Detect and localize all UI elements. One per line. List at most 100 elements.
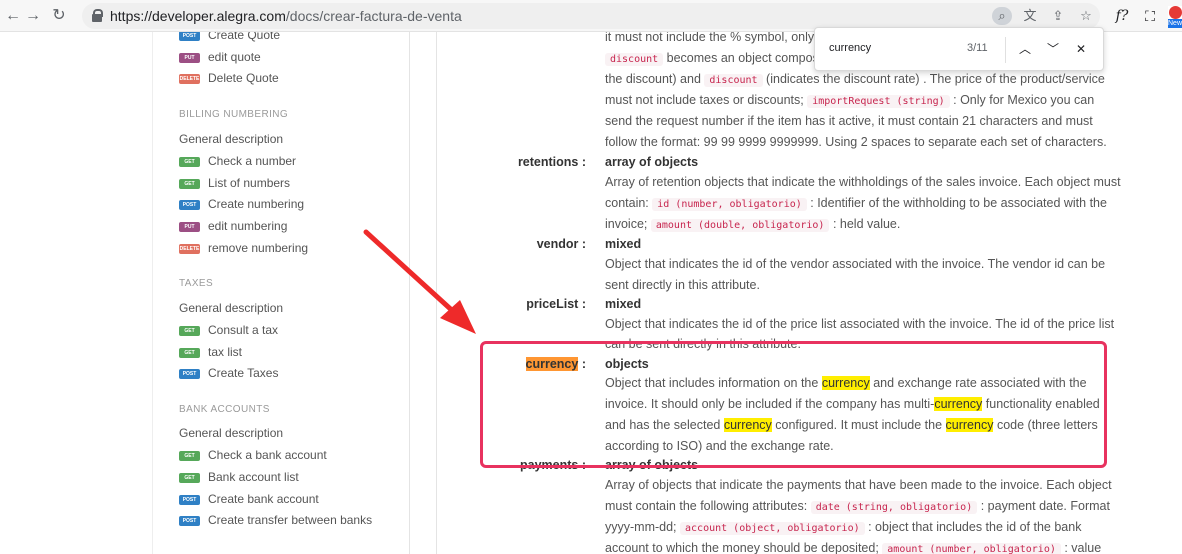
sidebar-item-bank-account-list[interactable]: GET Bank account list — [179, 469, 299, 485]
page-content: POST Create Quote PUT edit quote DELETE Del… — [0, 32, 1182, 554]
post-method-badge: POST — [179, 495, 200, 505]
sidebar-item-check-bank-account[interactable]: GET Check a bank account — [179, 447, 327, 463]
get-method-badge: GET — [179, 179, 200, 189]
find-divider — [1005, 37, 1006, 63]
sidebar-item-label: Create Taxes — [208, 366, 279, 380]
put-method-badge: PUT — [179, 53, 200, 63]
doc-text: yyyy-mm-dd; — [605, 520, 677, 534]
find-input[interactable]: currency — [829, 42, 871, 54]
put-method-badge: PUT — [179, 222, 200, 232]
url-text[interactable]: https://developer.alegra.com/docs/crear-… — [110, 8, 462, 24]
sidebar-item-label: Consult a tax — [208, 323, 279, 337]
inline-code: discount — [704, 74, 763, 87]
sidebar-item-label: Check a bank account — [208, 448, 327, 462]
formula-extension-icon[interactable]: f? — [1112, 6, 1132, 26]
extension-icon[interactable]: New — [1168, 6, 1182, 28]
post-method-badge: POST — [179, 369, 200, 379]
sidebar-item-create-numbering[interactable]: POST Create numbering — [179, 196, 304, 212]
delete-method-badge: DELETE — [179, 74, 200, 84]
field-type-pricelist: mixed — [605, 297, 642, 311]
sidebar-item-check-number[interactable]: GET Check a number — [179, 153, 296, 169]
doc-text-line: contain: id (number, obligatorio) : Iden… — [605, 193, 1107, 215]
doc-text-line: Object that indicates the id of the pric… — [605, 317, 1115, 331]
doc-text: contain: — [605, 196, 649, 210]
doc-text-line: account to which the money should be dep… — [605, 538, 1101, 554]
sidebar-item-edit-quote[interactable]: PUT edit quote — [179, 49, 261, 65]
doc-text: must not include taxes or discounts; — [605, 93, 804, 107]
sidebar-item-label: List of numbers — [208, 176, 291, 190]
doc-text-line: Array of objects that indicate the payme… — [605, 478, 1112, 492]
forward-arrow-icon[interactable]: → — [24, 7, 42, 25]
section-title-bank-accounts: BANK ACCOUNTS — [179, 404, 270, 415]
doc-text: must contain the following attributes: — [605, 499, 808, 513]
sidebar-item-create-transfer[interactable]: POST Create transfer between banks — [179, 512, 372, 528]
field-label-retentions: retentions : — [517, 155, 586, 169]
close-icon[interactable]: ✕ — [1071, 39, 1091, 59]
chevron-down-icon[interactable]: ﹀ — [1043, 39, 1063, 59]
post-method-badge: POST — [179, 516, 200, 526]
docs-sidebar: POST Create Quote PUT edit quote DELETE Del… — [152, 32, 410, 554]
back-arrow-icon[interactable]: ← — [4, 7, 22, 25]
doc-text-line: must contain the following attributes: d… — [605, 496, 1110, 518]
doc-text-line: sent directly in this attribute. — [605, 278, 760, 292]
field-label-vendor: vendor : — [536, 237, 586, 251]
screenshot-extension-icon[interactable]: ⛶ — [1140, 6, 1160, 26]
sidebar-item-tax-list[interactable]: GET tax list — [179, 344, 242, 360]
sidebar-item-taxes-description[interactable]: General description — [179, 300, 283, 316]
sidebar-item-create-bank-account[interactable]: POST Create bank account — [179, 491, 319, 507]
doc-text-line: send the request number if the item has … — [605, 114, 1093, 128]
doc-text-line: yyyy-mm-dd; account (object, obligatorio… — [605, 517, 1081, 539]
field-type-retentions: array of objects — [605, 155, 699, 169]
sidebar-item-delete-quote[interactable]: DELETE Delete Quote — [179, 70, 279, 86]
bookmark-star-icon[interactable]: ☆ — [1076, 7, 1096, 25]
post-method-badge: POST — [179, 200, 200, 210]
sidebar-item-create-taxes[interactable]: POST Create Taxes — [179, 365, 278, 381]
doc-text: : object that includes the id of the ban… — [868, 520, 1082, 534]
sidebar-item-label: Create transfer between banks — [208, 513, 373, 527]
sidebar-item-label: Bank account list — [208, 470, 299, 484]
get-method-badge: GET — [179, 451, 200, 461]
sidebar-item-label: Delete Quote — [208, 71, 279, 85]
sidebar-item-billing-description[interactable]: General description — [179, 131, 283, 147]
get-method-badge: GET — [179, 326, 200, 336]
share-icon[interactable]: ⇪ — [1048, 7, 1068, 25]
sidebar-item-edit-numbering[interactable]: PUT edit numbering — [179, 218, 287, 234]
reload-icon[interactable]: ↻ — [50, 7, 68, 25]
section-title-taxes: TAXES — [179, 278, 214, 289]
sidebar-item-label: edit quote — [208, 50, 261, 64]
sidebar-item-consult-tax[interactable]: GET Consult a tax — [179, 322, 278, 338]
delete-method-badge: DELETE — [179, 244, 200, 254]
doc-text-line: Object that indicates the id of the vend… — [605, 257, 1106, 271]
get-method-badge: GET — [179, 157, 200, 167]
doc-text: (indicates the discount rate) . The pric… — [766, 72, 1105, 86]
sidebar-item-label: Check a number — [208, 154, 297, 168]
doc-text: the discount) and — [605, 72, 701, 86]
doc-text: : payment date. Format — [980, 499, 1110, 513]
lock-icon[interactable] — [92, 9, 103, 22]
sidebar-item-label: remove numbering — [208, 241, 309, 255]
doc-text-line: must not include taxes or discounts; imp… — [605, 90, 1094, 112]
section-title-billing-numbering: BILLING NUMBERING — [179, 109, 289, 120]
doc-text: : held value. — [832, 217, 901, 231]
address-bar[interactable]: https://developer.alegra.com/docs/crear-… — [82, 3, 1100, 29]
doc-text: becomes an object compos — [666, 51, 819, 65]
doc-text-line: discount becomes an object compos — [605, 48, 819, 70]
sidebar-item-remove-numbering[interactable]: DELETE remove numbering — [179, 240, 308, 256]
sidebar-item-label: Create bank account — [208, 492, 319, 506]
doc-text-line: Array of retention objects that indicate… — [605, 175, 1121, 189]
docs-main-content: it must not include the % symbol, only d… — [436, 32, 1182, 554]
inline-code: id (number, obligatorio) — [652, 198, 807, 211]
field-label-pricelist: priceList : — [526, 297, 586, 311]
doc-text-line: invoice; amount (double, obligatorio) : … — [605, 214, 900, 236]
get-method-badge: GET — [179, 348, 200, 358]
chevron-up-icon[interactable]: ︿ — [1015, 39, 1035, 59]
sidebar-item-create-quote[interactable]: POST Create Quote — [179, 32, 280, 43]
get-method-badge: GET — [179, 473, 200, 483]
extension-badge: New — [1168, 19, 1182, 28]
doc-text: : Only for Mexico you can — [953, 93, 1095, 107]
find-in-page-icon[interactable]: ⌕ — [992, 7, 1012, 25]
sidebar-item-bank-description[interactable]: General description — [179, 425, 283, 441]
sidebar-item-list-numbers[interactable]: GET List of numbers — [179, 175, 290, 191]
translate-icon[interactable]: 文 — [1020, 7, 1040, 25]
url-host: https://developer.alegra.com — [110, 8, 286, 24]
